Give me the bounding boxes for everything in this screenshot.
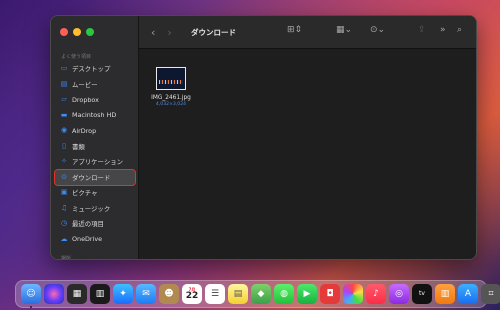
sidebar-item-label: Macintosh HD [72, 111, 117, 120]
finder-icon[interactable]: ☺ [21, 284, 41, 308]
document-icon: ▯ [62, 141, 66, 150]
facetime-icon[interactable]: ▶ [297, 284, 317, 304]
sidebar-item-desktop[interactable]: ▭ デスクトップ [55, 61, 135, 77]
sidebar-section-locations: 場所 [61, 256, 72, 260]
action-ellipsis-icon[interactable]: ⊙⌄ [370, 26, 385, 35]
sidebar-item-label: 最近の項目 [72, 220, 104, 229]
sidebar-item-onedrive[interactable]: ☁ OneDrive [55, 232, 135, 248]
sidebar-item-dropbox[interactable]: ▱ Dropbox [55, 92, 135, 108]
sidebar-item-label: ミュージック [72, 204, 111, 213]
sidebar-item-downloads[interactable]: ⊙ ダウンロード [54, 168, 136, 186]
view-mode-icon[interactable]: ⊞⇕ [287, 26, 302, 35]
window-controls [60, 28, 94, 36]
navigation-buttons: ‹ › [151, 27, 172, 38]
sidebar-section-favorites: よく使う項目 [61, 54, 92, 60]
sidebar-item-label: AirDrop [72, 126, 97, 135]
forward-chevron-icon[interactable]: › [167, 27, 171, 38]
notes-icon[interactable]: ▤ [228, 284, 248, 304]
sidebar-item-documents[interactable]: ▯ 書類 [55, 139, 135, 155]
picture-icon: ▣ [60, 188, 68, 197]
file-name: IMG_2461.jpg [151, 95, 191, 101]
toolbar: ‹ › ダウンロード ⊞⇕ ▦⌄ ⊙⌄ ⇪ » ⌕ [139, 16, 476, 49]
books-icon[interactable]: ▥ [435, 284, 455, 304]
screenshot-icon[interactable]: ⌗ [481, 284, 500, 304]
finder-window: よく使う項目 ▭ デスクトップ ▤ ムービー ▱ Dropbox ▬ Macin… [50, 15, 477, 260]
sidebar-item-label: デスクトップ [72, 65, 111, 74]
sidebar-item-airdrop[interactable]: ◉ AirDrop [55, 123, 135, 139]
clock-icon: ◷ [60, 219, 68, 228]
app-store-icon[interactable]: A [458, 284, 478, 304]
sidebar-item-label: ダウンロード [72, 173, 111, 182]
mission-control-icon[interactable]: ▥ [90, 284, 110, 304]
desktop-icon: ▭ [60, 64, 68, 73]
photos-icon[interactable] [343, 284, 363, 304]
photo-booth-icon[interactable]: ◘ [320, 284, 340, 304]
siri-icon[interactable] [44, 284, 64, 304]
sidebar-list: ▭ デスクトップ ▤ ムービー ▱ Dropbox ▬ Macintosh HD… [54, 61, 136, 248]
file-area: IMG_2461.jpg 4,032×3,024 [139, 49, 476, 259]
dock: ☺ ▦ ▥ ✦ ✉ ☻ 7月 22 ☰ ▤ ◆ ◍ ▶ ◘ ♪ ◎ tv ▥ A… [15, 280, 500, 308]
sidebar-item-label: アプリケーション [72, 158, 123, 167]
maps-icon[interactable]: ◆ [251, 284, 271, 304]
drive-icon: ▬ [60, 110, 68, 119]
back-chevron-icon[interactable]: ‹ [151, 27, 155, 38]
main-pane: ‹ › ダウンロード ⊞⇕ ▦⌄ ⊙⌄ ⇪ » ⌕ IMG_2461.jpg 4… [139, 16, 476, 259]
messages-icon[interactable]: ◍ [274, 284, 294, 304]
reminders-icon[interactable]: ☰ [205, 284, 225, 304]
sidebar-item-label: 書類 [72, 142, 85, 151]
sidebar-item-pictures[interactable]: ▣ ピクチャ [55, 185, 135, 201]
mail-icon[interactable]: ✉ [136, 284, 156, 304]
download-icon: ⊙ [61, 172, 67, 181]
close-button[interactable] [60, 28, 68, 36]
share-icon[interactable]: ⇪ [418, 26, 426, 35]
calendar-day: 22 [185, 290, 199, 301]
sidebar-item-macintosh-hd[interactable]: ▬ Macintosh HD [55, 108, 135, 124]
running-indicator [30, 306, 32, 308]
sidebar-item-applications[interactable]: ✧ アプリケーション [55, 154, 135, 170]
calendar-icon[interactable]: 7月 22 [182, 284, 202, 304]
file-dimensions: 4,032×3,024 [155, 102, 187, 107]
music-app-icon[interactable]: ♪ [366, 284, 386, 304]
film-icon: ▤ [60, 79, 68, 88]
contacts-icon[interactable]: ☻ [159, 284, 179, 304]
image-thumbnail[interactable] [156, 67, 186, 90]
group-by-icon[interactable]: ▦⌄ [336, 26, 352, 35]
minimize-button[interactable] [73, 28, 81, 36]
sidebar-item-label: ピクチャ [72, 189, 98, 198]
sidebar-item-label: OneDrive [72, 235, 103, 244]
podcasts-icon[interactable]: ◎ [389, 284, 409, 304]
applications-icon: ✧ [61, 157, 67, 166]
dropbox-icon: ▱ [61, 95, 67, 104]
sidebar: よく使う項目 ▭ デスクトップ ▤ ムービー ▱ Dropbox ▬ Macin… [51, 16, 139, 259]
airdrop-icon: ◉ [60, 126, 68, 135]
sidebar-item-recents[interactable]: ◷ 最近の項目 [55, 216, 135, 232]
sidebar-item-music[interactable]: ♫ ミュージック [55, 201, 135, 217]
sidebar-item-movies[interactable]: ▤ ムービー [55, 77, 135, 93]
zoom-button[interactable] [86, 28, 94, 36]
sidebar-item-label: ムービー [72, 80, 98, 89]
music-icon: ♫ [60, 203, 68, 212]
tv-label: tv [419, 290, 425, 297]
search-icon[interactable]: ⌕ [457, 26, 462, 35]
window-title: ダウンロード [191, 28, 236, 37]
sidebar-item-label: Dropbox [72, 95, 99, 104]
apple-tv-icon[interactable]: tv [412, 284, 432, 304]
cloud-icon: ☁ [60, 234, 68, 243]
launchpad-icon[interactable]: ▦ [67, 284, 87, 304]
file-item[interactable]: IMG_2461.jpg 4,032×3,024 [151, 67, 191, 107]
safari-icon[interactable]: ✦ [113, 284, 133, 304]
more-toolbar-icon[interactable]: » [440, 26, 446, 35]
